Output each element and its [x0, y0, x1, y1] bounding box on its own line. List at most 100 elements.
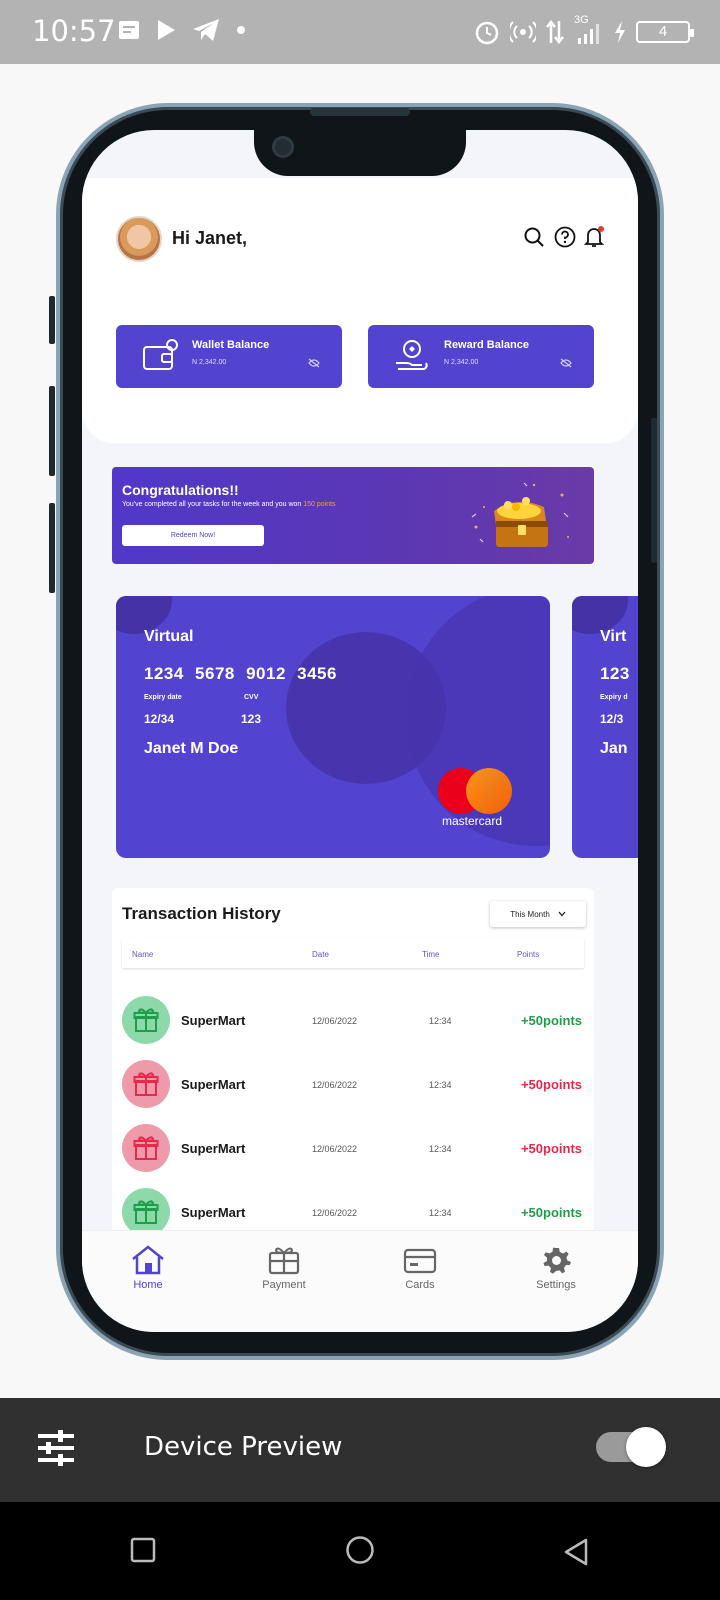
gift-icon: [122, 1060, 170, 1108]
data-arrows-icon: [546, 19, 564, 45]
transaction-name: SuperMart: [181, 1013, 246, 1028]
header-card: Hi Janet, Wallet Balance N 2,342.00 Rewa…: [82, 178, 638, 443]
banner-text: You've completed all your tasks for the …: [122, 501, 336, 508]
transaction-time: 12:34: [429, 1080, 452, 1090]
device-preview-label: Device Preview: [144, 1432, 343, 1462]
chevron-down-icon: [558, 911, 566, 917]
nav-cards[interactable]: Cards: [380, 1245, 460, 1291]
notes-icon: [119, 21, 139, 39]
phone-screen: Hi Janet, Wallet Balance N 2,342.00 Rewa…: [82, 130, 638, 1332]
transaction-title: Transaction History: [122, 904, 281, 923]
charging-icon: [615, 21, 625, 43]
card-number: 123: [600, 664, 630, 683]
reward-balance-label: Reward Balance: [444, 339, 529, 351]
cvv-label: CVV: [244, 694, 259, 701]
transaction-date: 12/06/2022: [312, 1208, 358, 1218]
wallet-icon: [143, 339, 178, 370]
expiry-value: 12/34: [144, 712, 175, 726]
nav-payment[interactable]: Payment: [244, 1245, 324, 1291]
virtual-card[interactable]: Virtual 1234 5678 9012 3456 Expiry date …: [116, 596, 550, 858]
transaction-date: 12/06/2022: [312, 1016, 358, 1026]
search-icon[interactable]: [524, 226, 544, 248]
recents-icon[interactable]: [130, 1537, 156, 1563]
phone-side-button: [651, 418, 657, 563]
card-icon: [403, 1248, 437, 1274]
phone-side-button: [49, 296, 55, 344]
column-header: Time: [422, 950, 440, 959]
transaction-history: Transaction History This Month Name Date…: [112, 888, 594, 1248]
alarm-icon: [475, 21, 499, 45]
transaction-time: 12:34: [429, 1016, 452, 1026]
nav-settings[interactable]: Settings: [516, 1245, 596, 1291]
card-holder: Jan: [600, 740, 628, 757]
wallet-balance-card[interactable]: Wallet Balance N 2,342.00: [116, 325, 342, 388]
expiry-label: Expiry date: [144, 694, 182, 701]
eye-off-icon[interactable]: [308, 358, 320, 368]
status-time: 10:57: [32, 14, 116, 48]
phone-side-button: [49, 503, 55, 593]
greeting: Hi Janet,: [172, 228, 248, 248]
gift-icon: [122, 1188, 170, 1236]
nav-label: Home: [133, 1279, 163, 1291]
transaction-name: SuperMart: [181, 1077, 246, 1092]
transaction-points: +50points: [520, 1013, 582, 1028]
home-button-icon[interactable]: [345, 1535, 375, 1565]
expiry-label: Expiry d: [600, 694, 628, 701]
nav-label: Settings: [536, 1279, 576, 1291]
expiry-value: 12/3: [600, 712, 624, 726]
help-icon[interactable]: [554, 226, 576, 248]
home-icon: [132, 1245, 164, 1275]
avatar[interactable]: [116, 216, 162, 262]
dot-icon: [237, 26, 245, 34]
hotspot-icon: [510, 21, 536, 43]
cvv-value: 123: [241, 712, 262, 726]
phone-side-button: [49, 386, 55, 476]
column-header: Name: [132, 950, 154, 959]
reward-balance-card[interactable]: Reward Balance N 2,342.00: [368, 325, 594, 388]
transaction-time: 12:34: [429, 1208, 452, 1218]
month-filter-dropdown[interactable]: This Month: [490, 901, 586, 927]
filter-label: This Month: [510, 909, 550, 919]
card-brand: mastercard: [442, 814, 503, 828]
eye-off-icon[interactable]: [560, 358, 572, 368]
treasure-chest-icon: [471, 482, 569, 547]
camera-icon: [272, 136, 294, 158]
card-number: 1234 5678 9012 3456: [144, 664, 337, 683]
battery-level: 4: [658, 23, 668, 40]
redeem-button[interactable]: Redeem Now!: [122, 525, 264, 546]
banner-text-main: You've completed all your tasks for the …: [122, 501, 304, 508]
bottom-nav: Home Payment Cards Settings: [82, 1230, 638, 1332]
column-header: Points: [517, 950, 540, 959]
nav-label: Cards: [405, 1279, 435, 1291]
transaction-time: 12:34: [429, 1144, 452, 1154]
table-row[interactable]: SuperMart 12/06/2022 12:34 +50points: [122, 996, 584, 1048]
transaction-points: +50points: [520, 1077, 582, 1092]
sliders-icon[interactable]: [36, 1428, 76, 1468]
reward-hand-icon: [396, 340, 428, 370]
wallet-balance-label: Wallet Balance: [192, 339, 270, 351]
gift-card-icon: [268, 1247, 300, 1275]
reward-balance-amount: N 2,342.00: [444, 359, 479, 366]
transaction-date: 12/06/2022: [312, 1144, 358, 1154]
table-row[interactable]: SuperMart 12/06/2022 12:34 +50points: [122, 1124, 584, 1176]
table-row[interactable]: SuperMart 12/06/2022 12:34 +50points: [122, 1060, 584, 1112]
virtual-card[interactable]: Virt 123 Expiry d 12/3 Jan: [572, 596, 638, 858]
card-holder: Janet M Doe: [144, 740, 239, 757]
gift-icon: [122, 996, 170, 1044]
status-bar: 10:57 3G 4: [0, 0, 720, 64]
device-preview-toggle[interactable]: [596, 1427, 666, 1467]
card-type: Virtual: [144, 628, 194, 645]
banner-title: Congratulations!!: [122, 482, 239, 498]
bell-icon[interactable]: [583, 226, 605, 248]
table-header: Name Date Time Points: [122, 938, 584, 968]
transaction-name: SuperMart: [181, 1141, 246, 1156]
wallet-balance-amount: N 2,342.00: [192, 359, 227, 366]
toggle-knob: [626, 1427, 666, 1467]
system-nav-bar: [0, 1502, 720, 1600]
back-icon[interactable]: [562, 1537, 590, 1567]
signal-3g-icon: 3G: [574, 14, 604, 46]
gift-icon: [122, 1124, 170, 1172]
mastercard-logo: [436, 766, 516, 814]
nav-home[interactable]: Home: [108, 1245, 188, 1291]
transaction-points: +50points: [520, 1205, 582, 1220]
